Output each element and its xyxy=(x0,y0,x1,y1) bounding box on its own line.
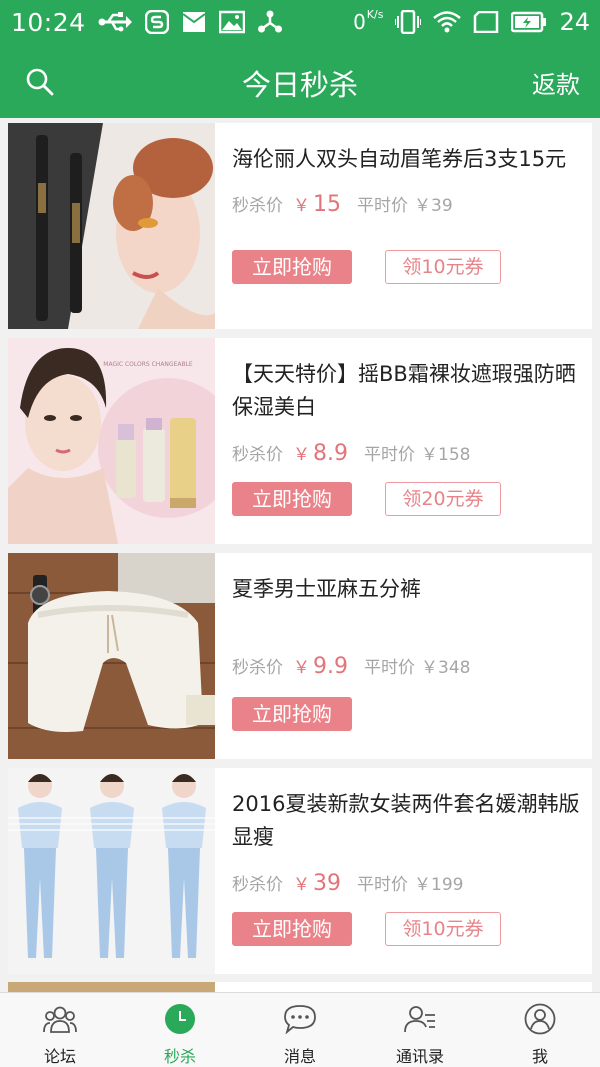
product-title[interactable]: 2016夏装新款女装两件套名媛潮韩版显瘦 xyxy=(232,788,582,854)
buy-now-button[interactable]: 立即抢购 xyxy=(232,912,352,946)
nav-profile-label: 我 xyxy=(531,1047,548,1066)
price-row: 秒杀价 ￥ 15 平时价 ￥39 xyxy=(232,191,453,217)
seckill-label: 秒杀价 xyxy=(232,875,283,895)
status-bar: 10:24 0 K/s 24 xyxy=(0,0,600,44)
wifi-icon xyxy=(433,11,462,33)
page-title: 今日秒杀 xyxy=(241,68,358,102)
normal-price: ￥199 xyxy=(414,875,464,895)
nav-seckill-label: 秒杀 xyxy=(163,1047,196,1066)
seckill-label: 秒杀价 xyxy=(232,196,283,216)
nav-seckill[interactable]: 秒杀 xyxy=(120,993,240,1067)
image-caption: MAGIC COLORS CHANGEABLE xyxy=(103,361,193,368)
share-icon xyxy=(257,10,282,34)
product-image[interactable]: MAGIC COLORS CHANGEABLE xyxy=(8,338,215,544)
network-speed: 0 K/s xyxy=(353,8,384,34)
rebate-button[interactable]: 返款 xyxy=(532,65,580,100)
nav-messages-label: 消息 xyxy=(283,1047,316,1066)
normal-price-label: 平时价 xyxy=(357,196,408,216)
product-image[interactable] xyxy=(8,553,215,759)
forum-icon xyxy=(43,1003,77,1035)
seckill-price: ￥ 8.9 xyxy=(293,441,348,466)
normal-price: ￥348 xyxy=(421,658,471,678)
next-product-image[interactable] xyxy=(8,982,215,992)
battery-icon xyxy=(511,11,547,33)
product-card[interactable]: MAGIC COLORS CHANGEABLE 【天天特价】摇BB霜裸妆遮瑕强防… xyxy=(8,338,592,544)
normal-price-label: 平时价 xyxy=(364,445,415,465)
product-title[interactable]: 海伦丽人双头自动眉笔券后3支15元 xyxy=(232,143,582,176)
battery-level: 24 xyxy=(559,8,590,36)
sim-icon xyxy=(473,11,499,33)
profile-icon xyxy=(523,1003,557,1035)
product-title[interactable]: 【天天特价】摇BB霜裸妆遮瑕强防晒保湿美白 xyxy=(232,358,582,424)
seckill-price: ￥ 39 xyxy=(293,871,341,896)
product-title[interactable]: 夏季男士亚麻五分裤 xyxy=(232,573,582,606)
status-left-icons xyxy=(98,10,282,34)
bottom-nav: 论坛 秒杀 消息 通讯录 我 xyxy=(0,992,600,1067)
clock-icon xyxy=(163,1003,197,1035)
contacts-icon xyxy=(403,1003,437,1035)
s-app-icon xyxy=(144,10,169,34)
product-image[interactable] xyxy=(8,768,215,974)
coupon-button[interactable]: 领10元券 xyxy=(385,912,501,946)
normal-price: ￥39 xyxy=(414,196,453,216)
product-card[interactable]: 海伦丽人双头自动眉笔券后3支15元 秒杀价 ￥ 15 平时价 ￥39 立即抢购 领… xyxy=(8,123,592,329)
next-product-card[interactable] xyxy=(215,982,592,992)
usb-icon xyxy=(98,12,132,32)
seckill-price: ￥ 15 xyxy=(293,192,341,217)
seckill-label: 秒杀价 xyxy=(232,445,283,465)
status-right-icons: 0 K/s 24 xyxy=(353,8,590,36)
vibrate-icon xyxy=(395,10,422,34)
normal-price: ￥158 xyxy=(421,445,471,465)
nav-messages[interactable]: 消息 xyxy=(240,993,360,1067)
status-time: 10:24 xyxy=(11,7,86,37)
normal-price-label: 平时价 xyxy=(364,658,415,678)
nav-contacts-label: 通讯录 xyxy=(395,1047,444,1066)
seckill-label: 秒杀价 xyxy=(232,658,283,678)
product-image[interactable] xyxy=(8,123,215,329)
nav-forum[interactable]: 论坛 xyxy=(0,993,120,1067)
price-row: 秒杀价 ￥ 9.9 平时价 ￥348 xyxy=(232,653,470,679)
product-info: 【天天特价】摇BB霜裸妆遮瑕强防晒保湿美白 秒杀价 ￥ 8.9 平时价 ￥158 … xyxy=(232,338,582,516)
coupon-button[interactable]: 领10元券 xyxy=(385,250,501,284)
price-row: 秒杀价 ￥ 8.9 平时价 ￥158 xyxy=(232,440,470,466)
price-row: 秒杀价 ￥ 39 平时价 ￥199 xyxy=(232,870,463,896)
buy-now-button[interactable]: 立即抢购 xyxy=(232,482,352,516)
seckill-price: ￥ 9.9 xyxy=(293,654,348,679)
image-icon xyxy=(218,10,245,34)
product-card[interactable]: 夏季男士亚麻五分裤 秒杀价 ￥ 9.9 平时价 ￥348 立即抢购 xyxy=(8,553,592,759)
app-header: 今日秒杀 返款 xyxy=(0,44,600,118)
nav-contacts[interactable]: 通讯录 xyxy=(360,993,480,1067)
buy-now-button[interactable]: 立即抢购 xyxy=(232,697,352,731)
product-info: 夏季男士亚麻五分裤 秒杀价 ￥ 9.9 平时价 ￥348 立即抢购 xyxy=(232,553,582,731)
product-info: 海伦丽人双头自动眉笔券后3支15元 秒杀价 ￥ 15 平时价 ￥39 立即抢购 领… xyxy=(232,123,582,284)
message-icon xyxy=(283,1003,317,1035)
nav-profile[interactable]: 我 xyxy=(480,993,600,1067)
product-card[interactable]: 2016夏装新款女装两件套名媛潮韩版显瘦 秒杀价 ￥ 39 平时价 ￥199 立即… xyxy=(8,768,592,974)
product-info: 2016夏装新款女装两件套名媛潮韩版显瘦 秒杀价 ￥ 39 平时价 ￥199 立即… xyxy=(232,768,582,946)
coupon-button[interactable]: 领20元券 xyxy=(385,482,501,516)
mail-icon xyxy=(181,10,206,34)
nav-forum-label: 论坛 xyxy=(43,1047,76,1066)
product-list[interactable]: 海伦丽人双头自动眉笔券后3支15元 秒杀价 ￥ 15 平时价 ￥39 立即抢购 领… xyxy=(0,118,600,992)
normal-price-label: 平时价 xyxy=(357,875,408,895)
buy-now-button[interactable]: 立即抢购 xyxy=(232,250,352,284)
